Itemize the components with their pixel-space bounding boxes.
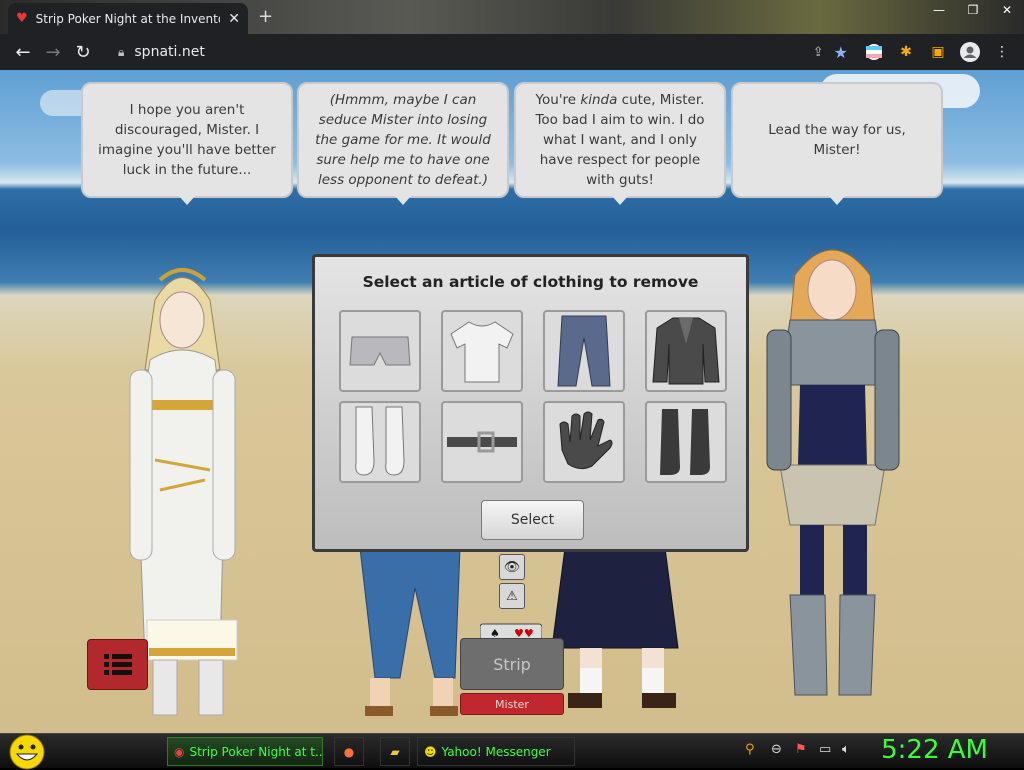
speech-bubble-2: (Hmmm, maybe I can seduce Mister into lo… (297, 82, 509, 205)
browser-tab[interactable]: ♥ Strip Poker Night at the Inventory ✕ (8, 3, 248, 34)
glove-icon (559, 411, 613, 470)
clothing-jacket-button[interactable] (645, 310, 727, 392)
dialogue-text: Lead the way for us, Mister! (768, 122, 906, 158)
kebab-menu-icon[interactable]: ⋮ (990, 40, 1014, 64)
clothing-socks-button[interactable] (339, 401, 421, 483)
taskbar-item-yahoo-messenger[interactable]: ☻ Yahoo! Messenger (417, 737, 575, 766)
hide-eye-icon[interactable]: 👁︎ (499, 554, 525, 580)
dialogue-text-emphasis: kinda (580, 92, 618, 108)
address-bar[interactable]: 🔒︎ spnati.net ⇪ ★ (108, 38, 858, 66)
sidebar-icon[interactable]: ▣ (926, 40, 950, 64)
player-name-label: Mister (460, 693, 564, 715)
firefox-icon: ● (343, 744, 355, 759)
jeans-icon (557, 315, 611, 387)
reload-icon[interactable]: ↻ (68, 37, 98, 67)
game-table: I hope you aren't discouraged, Mister. I… (0, 70, 1024, 733)
speech-bubble-4: Lead the way for us, Mister! (731, 82, 943, 205)
warning-triangle-icon[interactable]: ⚠︎ (499, 583, 525, 609)
taskbar-item-chrome[interactable]: ◉ Strip Poker Night at t... (167, 737, 323, 766)
restore-button[interactable]: ❐ (956, 0, 990, 20)
task-label: Yahoo! Messenger (441, 744, 551, 759)
browser-toolbar: ← → ↻ 🔒︎ spnati.net ⇪ ★ ✱ ▣ ⋮ (0, 34, 1024, 70)
dialog-title: Select an article of clothing to remove (362, 273, 699, 291)
puzzle-extension-icon[interactable]: ✱ (894, 40, 918, 64)
chrome-icon: ◉ (174, 744, 185, 759)
tab-title: Strip Poker Night at the Inventory (35, 11, 221, 26)
start-smiley-icon[interactable] (8, 734, 46, 770)
clothing-jeans-button[interactable] (543, 310, 625, 392)
url-text: spnati.net (134, 44, 205, 60)
volume-icon[interactable]: 🔈︎ (842, 742, 850, 757)
taskbar-item-firefox[interactable]: ● (334, 737, 364, 766)
heart-favicon-icon: ♥ (16, 11, 28, 26)
close-window-button[interactable]: ✕ (990, 0, 1024, 20)
opponent-3-character (551, 548, 679, 708)
tshirt-icon (450, 321, 514, 383)
clothing-gloves-button[interactable] (543, 401, 625, 483)
flag-icon[interactable]: ⚑ (795, 742, 807, 757)
strip-button[interactable]: Strip (460, 638, 564, 690)
clothing-tshirt-button[interactable] (441, 310, 523, 392)
speech-bubble-1: I hope you aren't discouraged, Mister. I… (81, 82, 293, 205)
dialogue-text: You're kinda cute, Mister. Too bad I aim… (528, 90, 712, 190)
dialogue-text-part: You're (535, 92, 581, 108)
belt-icon (447, 431, 517, 453)
search-icon[interactable]: ⚲ (745, 742, 755, 757)
new-tab-button[interactable]: + (258, 6, 273, 27)
speech-bubble-3: You're kinda cute, Mister. Too bad I aim… (514, 82, 726, 205)
boots-icon (660, 409, 710, 475)
taskbar-item-folder[interactable]: ▰ (380, 737, 410, 766)
clothing-belt-button[interactable] (441, 401, 523, 483)
close-tab-icon[interactable]: ✕ (228, 11, 240, 27)
socks-icon (355, 406, 405, 476)
dialogue-text: I hope you aren't discouraged, Mister. I… (98, 102, 276, 178)
bookmark-star-icon[interactable]: ★ (834, 43, 848, 62)
yahoo-messenger-icon: ☻ (424, 744, 437, 759)
forward-arrow-icon[interactable]: → (38, 37, 68, 67)
network-minus-icon[interactable]: ⊖ (771, 742, 782, 757)
clothing-select-dialog: Select an article of clothing to remove … (312, 254, 749, 552)
select-button[interactable]: Select (481, 500, 584, 540)
boxers-icon (349, 336, 411, 366)
clock: 5:22 AM (881, 735, 988, 765)
share-icon[interactable]: ⇪ (813, 45, 824, 60)
main-menu-button[interactable] (87, 639, 148, 690)
folder-icon: ▰ (390, 744, 400, 759)
taskbar: ◉ Strip Poker Night at t... ● ▰ ☻ Yahoo!… (0, 733, 1024, 770)
list-menu-icon (103, 653, 132, 675)
task-label: Strip Poker Night at t... (189, 744, 323, 759)
profile-avatar-icon[interactable] (958, 40, 982, 64)
browser-tab-strip: ♥ Strip Poker Night at the Inventory ✕ +… (0, 0, 1024, 34)
opponent-2-character (359, 548, 461, 716)
clothing-boxers-button[interactable] (339, 310, 421, 392)
back-arrow-icon[interactable]: ← (8, 37, 38, 67)
monitor-icon[interactable]: ▭ (819, 742, 831, 757)
minimize-button[interactable]: — (922, 0, 956, 20)
lock-icon: 🔒︎ (118, 44, 125, 59)
extension-flag-icon[interactable] (862, 40, 886, 64)
dialogue-text: (Hmmm, maybe I can seduce Mister into lo… (315, 92, 491, 188)
opponent-4-character (766, 249, 900, 696)
jacket-icon (652, 317, 720, 385)
window-controls: — ❐ ✕ (922, 0, 1024, 20)
clothing-boots-button[interactable] (645, 401, 727, 483)
